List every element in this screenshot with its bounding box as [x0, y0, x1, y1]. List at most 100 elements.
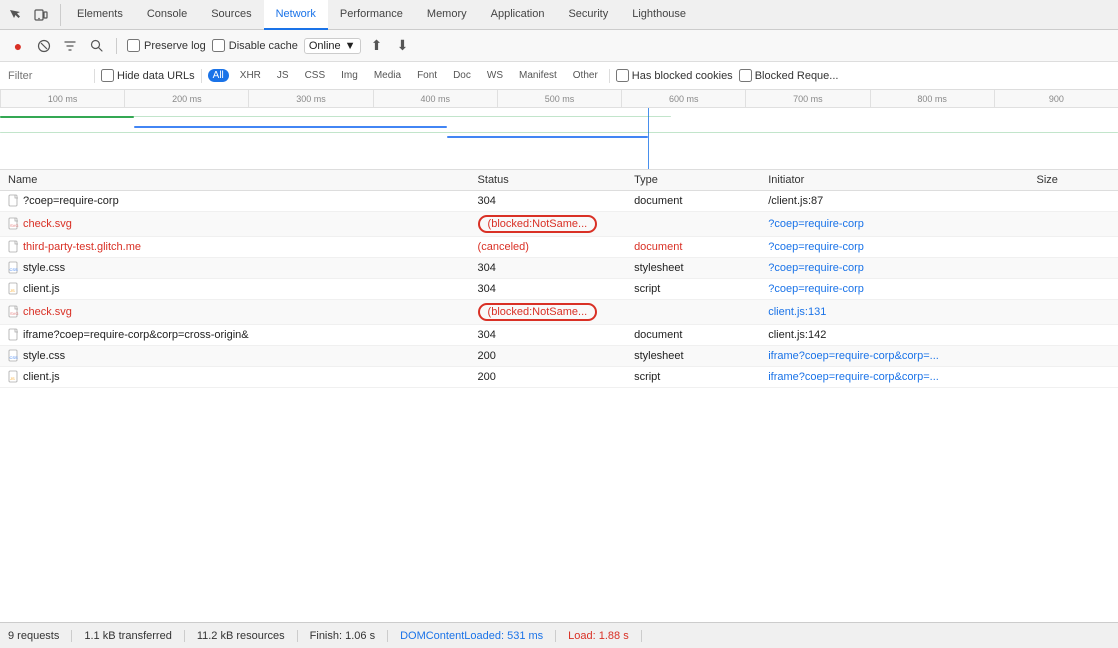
- network-toolbar: ● Preserve log Disable cache Online ▼ ⬆ …: [0, 30, 1118, 62]
- cell-name-1[interactable]: SVGcheck.svg: [0, 212, 470, 237]
- tab-network[interactable]: Network: [264, 0, 328, 30]
- tab-elements[interactable]: Elements: [65, 0, 135, 30]
- waterfall-bar-3: [0, 132, 1118, 133]
- filter-type-js[interactable]: JS: [272, 69, 294, 82]
- tab-performance[interactable]: Performance: [328, 0, 415, 30]
- hide-data-urls-checkbox[interactable]: [101, 69, 114, 82]
- upload-button[interactable]: ⬆: [367, 36, 387, 56]
- filter-type-manifest[interactable]: Manifest: [514, 69, 562, 82]
- cell-status-2: (canceled): [470, 237, 627, 258]
- cell-initiator-4[interactable]: ?coep=require-corp: [760, 279, 1028, 300]
- table-row: SVGcheck.svg (blocked:NotSame... ?coep=req…: [0, 212, 1118, 237]
- filter-type-doc[interactable]: Doc: [448, 69, 476, 82]
- cell-status-0: 304: [470, 191, 627, 212]
- chevron-down-icon: ▼: [345, 40, 356, 52]
- blocked-requests-checkbox[interactable]: [739, 69, 752, 82]
- cell-initiator-6: client.js:142: [760, 325, 1028, 346]
- cell-name-8[interactable]: JSclient.js: [0, 367, 470, 388]
- cell-initiator-2[interactable]: ?coep=require-corp: [760, 237, 1028, 258]
- toolbar-sep-1: [116, 38, 117, 54]
- cell-size-8: [1029, 367, 1118, 388]
- dom-content-loaded-line: [648, 108, 649, 170]
- has-blocked-cookies-label[interactable]: Has blocked cookies: [616, 69, 733, 82]
- filter-icon[interactable]: [60, 36, 80, 56]
- tab-memory[interactable]: Memory: [415, 0, 479, 30]
- network-table-container[interactable]: Name Status Type Initiator Size ?coep=re…: [0, 170, 1118, 622]
- preserve-log-label[interactable]: Preserve log: [127, 39, 206, 52]
- search-icon[interactable]: [86, 36, 106, 56]
- cell-name-4[interactable]: JSclient.js: [0, 279, 470, 300]
- table-row: iframe?coep=require-corp&corp=cross-orig…: [0, 325, 1118, 346]
- tick-400ms: 400 ms: [373, 90, 497, 108]
- table-header: Name Status Type Initiator Size: [0, 170, 1118, 191]
- cell-name-7[interactable]: CSSstyle.css: [0, 346, 470, 367]
- throttle-select[interactable]: Online ▼: [304, 38, 361, 54]
- filter-type-all[interactable]: All: [208, 69, 229, 82]
- cell-status-5: (blocked:NotSame...: [470, 300, 627, 325]
- filter-sep-1: [94, 69, 95, 83]
- svg-text:SVG: SVG: [10, 311, 18, 316]
- timeline-ruler: 100 ms 200 ms 300 ms 400 ms 500 ms 600 m…: [0, 90, 1118, 108]
- tab-sources[interactable]: Sources: [199, 0, 263, 30]
- table-row: JSclient.js304script?coep=require-corp: [0, 279, 1118, 300]
- load-time: Load: 1.88 s: [556, 630, 642, 642]
- cell-initiator-8[interactable]: iframe?coep=require-corp&corp=...: [760, 367, 1028, 388]
- record-button[interactable]: ●: [8, 36, 28, 56]
- cell-status-6: 304: [470, 325, 627, 346]
- tick-500ms: 500 ms: [497, 90, 621, 108]
- device-icon[interactable]: [30, 4, 52, 26]
- resources-size: 11.2 kB resources: [185, 630, 298, 642]
- devtools-icons: [4, 4, 61, 26]
- network-table: Name Status Type Initiator Size ?coep=re…: [0, 170, 1118, 388]
- cell-initiator-5[interactable]: client.js:131: [760, 300, 1028, 325]
- cell-initiator-7[interactable]: iframe?coep=require-corp&corp=...: [760, 346, 1028, 367]
- cell-name-6[interactable]: iframe?coep=require-corp&corp=cross-orig…: [0, 325, 470, 346]
- col-name[interactable]: Name: [0, 170, 470, 191]
- cell-size-5: [1029, 300, 1118, 325]
- filter-type-other[interactable]: Other: [568, 69, 603, 82]
- col-initiator[interactable]: Initiator: [760, 170, 1028, 191]
- tab-application[interactable]: Application: [479, 0, 557, 30]
- blocked-requests-label[interactable]: Blocked Reque...: [739, 69, 839, 82]
- hide-data-urls-label[interactable]: Hide data URLs: [101, 69, 195, 82]
- cell-initiator-0: /client.js:87: [760, 191, 1028, 212]
- download-button[interactable]: ⬇: [393, 36, 413, 56]
- filter-type-img[interactable]: Img: [336, 69, 363, 82]
- cell-type-7: stylesheet: [626, 346, 760, 367]
- disable-cache-label[interactable]: Disable cache: [212, 39, 298, 52]
- cell-size-6: [1029, 325, 1118, 346]
- clear-button[interactable]: [34, 36, 54, 56]
- filter-type-media[interactable]: Media: [369, 69, 406, 82]
- col-type[interactable]: Type: [626, 170, 760, 191]
- filter-type-css[interactable]: CSS: [300, 69, 331, 82]
- timeline-area: 100 ms 200 ms 300 ms 400 ms 500 ms 600 m…: [0, 90, 1118, 170]
- cell-size-7: [1029, 346, 1118, 367]
- cell-name-2[interactable]: third-party-test.glitch.me: [0, 237, 470, 258]
- cell-size-3: [1029, 258, 1118, 279]
- disable-cache-checkbox[interactable]: [212, 39, 225, 52]
- cell-initiator-3[interactable]: ?coep=require-corp: [760, 258, 1028, 279]
- table-row: CSSstyle.css200stylesheetiframe?coep=req…: [0, 346, 1118, 367]
- blocked-badge: (blocked:NotSame...: [478, 215, 598, 233]
- filter-type-xhr[interactable]: XHR: [235, 69, 266, 82]
- cell-name-0[interactable]: ?coep=require-corp: [0, 191, 470, 212]
- cell-type-2: document: [626, 237, 760, 258]
- tick-200ms: 200 ms: [124, 90, 248, 108]
- cell-initiator-1[interactable]: ?coep=require-corp: [760, 212, 1028, 237]
- tab-security[interactable]: Security: [556, 0, 620, 30]
- filter-type-ws[interactable]: WS: [482, 69, 508, 82]
- has-blocked-cookies-checkbox[interactable]: [616, 69, 629, 82]
- tab-console[interactable]: Console: [135, 0, 199, 30]
- cell-name-5[interactable]: SVGcheck.svg: [0, 300, 470, 325]
- cell-name-3[interactable]: CSSstyle.css: [0, 258, 470, 279]
- filter-input[interactable]: [8, 70, 88, 82]
- filter-type-font[interactable]: Font: [412, 69, 442, 82]
- preserve-log-checkbox[interactable]: [127, 39, 140, 52]
- inspect-icon[interactable]: [4, 4, 26, 26]
- cell-status-4: 304: [470, 279, 627, 300]
- col-size[interactable]: Size: [1029, 170, 1118, 191]
- col-status[interactable]: Status: [470, 170, 627, 191]
- tab-lighthouse[interactable]: Lighthouse: [620, 0, 698, 30]
- file-icon: JS: [8, 283, 23, 295]
- timeline-bars: [0, 108, 1118, 170]
